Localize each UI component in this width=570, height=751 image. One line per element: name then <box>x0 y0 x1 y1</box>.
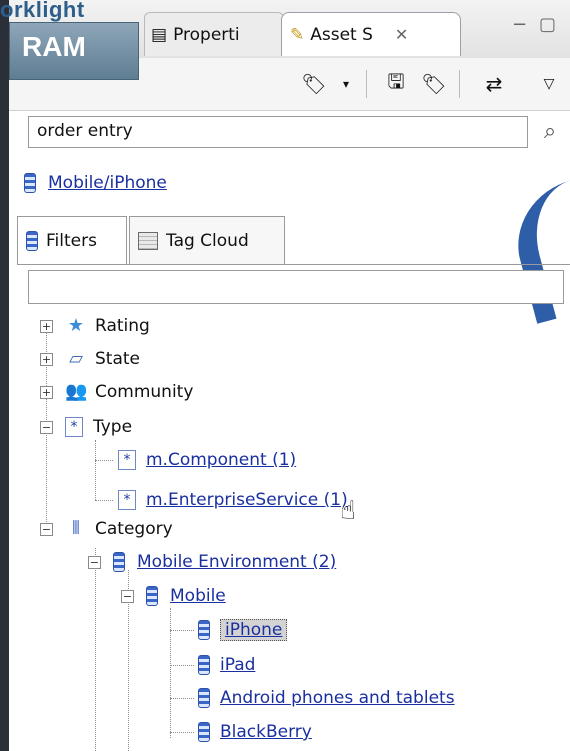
tag-dropdown-icon[interactable]: 🏷 <box>299 70 329 98</box>
tree-item-enterprise-service[interactable]: * m.EnterpriseService (1) <box>118 484 348 516</box>
tree-link-selected[interactable]: iPhone <box>220 619 288 641</box>
logo-top-text: orklight <box>0 0 85 22</box>
tab-properties-label: Properti <box>173 24 240 45</box>
db-icon <box>26 230 38 251</box>
tree-guide <box>170 630 194 631</box>
type-icon: * <box>118 450 136 470</box>
community-icon: 👥 <box>65 381 88 402</box>
minimize-icon[interactable]: − <box>512 14 527 35</box>
tree-guide <box>95 500 113 501</box>
db-icon <box>198 722 210 742</box>
type-icon: * <box>65 417 83 437</box>
tree-item-iphone[interactable]: iPhone <box>198 614 288 646</box>
collapse-icon[interactable]: − <box>40 522 53 536</box>
db-icon <box>113 552 125 572</box>
tab-asset-search[interactable]: ✎ Asset S ✕ <box>281 12 461 56</box>
toolbar-separator <box>366 70 367 98</box>
tree-link[interactable]: m.EnterpriseService (1) <box>146 490 348 510</box>
tree-guide <box>170 665 194 666</box>
menu-icon[interactable]: ▽ <box>534 70 564 98</box>
tree-item-ipad[interactable]: iPad <box>198 649 255 681</box>
tree-guide <box>95 460 113 461</box>
tree-item-android[interactable]: Android phones and tablets <box>198 682 455 714</box>
db-icon <box>198 620 210 640</box>
tab-tag-cloud[interactable]: Tag Cloud <box>129 216 285 264</box>
collapse-icon[interactable]: − <box>88 555 101 569</box>
maximize-icon[interactable]: ▢ <box>539 14 556 35</box>
logo-box: RAM <box>9 22 139 80</box>
filter-tree: + ★ Rating + ▱ State + 👥 Community − * T… <box>0 308 570 751</box>
logo: orklight RAM <box>0 0 140 80</box>
tree-link[interactable]: m.Component (1) <box>146 450 296 470</box>
tree-link[interactable]: iPad <box>220 655 255 675</box>
search-icon[interactable]: ⌕ <box>536 118 564 146</box>
tree-label: Rating <box>95 316 150 336</box>
expand-icon[interactable]: + <box>40 352 53 366</box>
tree-label: State <box>95 349 140 369</box>
tab-asset-search-label: Asset S <box>310 24 373 45</box>
star-icon: ★ <box>67 315 85 336</box>
tree-link[interactable]: Mobile Environment (2) <box>137 552 336 572</box>
tab-filters[interactable]: Filters <box>17 216 127 264</box>
filter-input[interactable] <box>28 270 564 304</box>
tree-item-state[interactable]: + ▱ State <box>40 343 140 375</box>
toolbar-separator <box>459 70 460 98</box>
search-input[interactable]: order entry <box>28 116 528 148</box>
tree-item-mobile-environment[interactable]: − Mobile Environment (2) <box>88 546 336 578</box>
collapse-icon[interactable]: − <box>40 420 53 434</box>
db-icon <box>198 688 210 708</box>
tree-guide <box>95 548 96 751</box>
tree-item-category[interactable]: − ⦀ Category <box>40 513 173 545</box>
state-icon: ▱ <box>69 348 83 369</box>
tab-filters-label: Filters <box>46 230 97 251</box>
tree-item-mobile[interactable]: − Mobile <box>121 580 226 612</box>
tree-link[interactable]: Android phones and tablets <box>220 688 455 708</box>
asset-search-icon: ✎ <box>290 24 305 45</box>
type-icon: * <box>118 490 136 510</box>
expand-icon[interactable]: + <box>40 319 53 333</box>
tag-cloud-icon <box>138 231 158 250</box>
properties-icon: ▤ <box>151 24 168 45</box>
tree-label: Community <box>95 382 194 402</box>
tree-label: Category <box>95 519 173 539</box>
tree-item-component[interactable]: * m.Component (1) <box>118 444 296 476</box>
tree-link[interactable]: Mobile <box>170 586 226 606</box>
tab-tag-cloud-label: Tag Cloud <box>166 230 249 251</box>
tree-item-community[interactable]: + 👥 Community <box>40 376 193 408</box>
collapse-icon[interactable]: − <box>121 589 134 603</box>
breadcrumb: Mobile/iPhone <box>24 173 167 193</box>
close-icon[interactable]: ✕ <box>395 25 408 44</box>
tree-guide <box>170 732 194 733</box>
tree-guide <box>170 698 194 699</box>
tree-link[interactable]: BlackBerry <box>220 722 312 742</box>
tags-icon[interactable]: 🏷 <box>419 70 449 98</box>
tab-properties[interactable]: ▤ Properti <box>144 12 284 56</box>
breadcrumb-link[interactable]: Mobile/iPhone <box>48 173 167 193</box>
hand-cursor-icon: ☝ <box>340 496 356 526</box>
logo-box-text: RAM <box>22 31 86 62</box>
sync-icon[interactable]: ⇄ <box>479 70 509 98</box>
db-icon <box>24 173 36 193</box>
save-icon[interactable]: 🖫 <box>381 69 411 98</box>
filter-tabs: Filters Tag Cloud <box>17 216 570 265</box>
expand-icon[interactable]: + <box>40 385 53 399</box>
tree-guide <box>95 440 96 500</box>
db-icon <box>198 655 210 675</box>
chevron-down-icon[interactable]: ▾ <box>331 70 361 98</box>
category-icon: ⦀ <box>72 518 80 539</box>
tree-item-rating[interactable]: + ★ Rating <box>40 310 150 342</box>
tree-item-type[interactable]: − * Type <box>40 411 132 443</box>
tree-label: Type <box>93 417 133 437</box>
tree-item-blackberry[interactable]: BlackBerry <box>198 716 312 748</box>
db-icon <box>146 586 158 606</box>
tree-guide <box>170 608 171 738</box>
